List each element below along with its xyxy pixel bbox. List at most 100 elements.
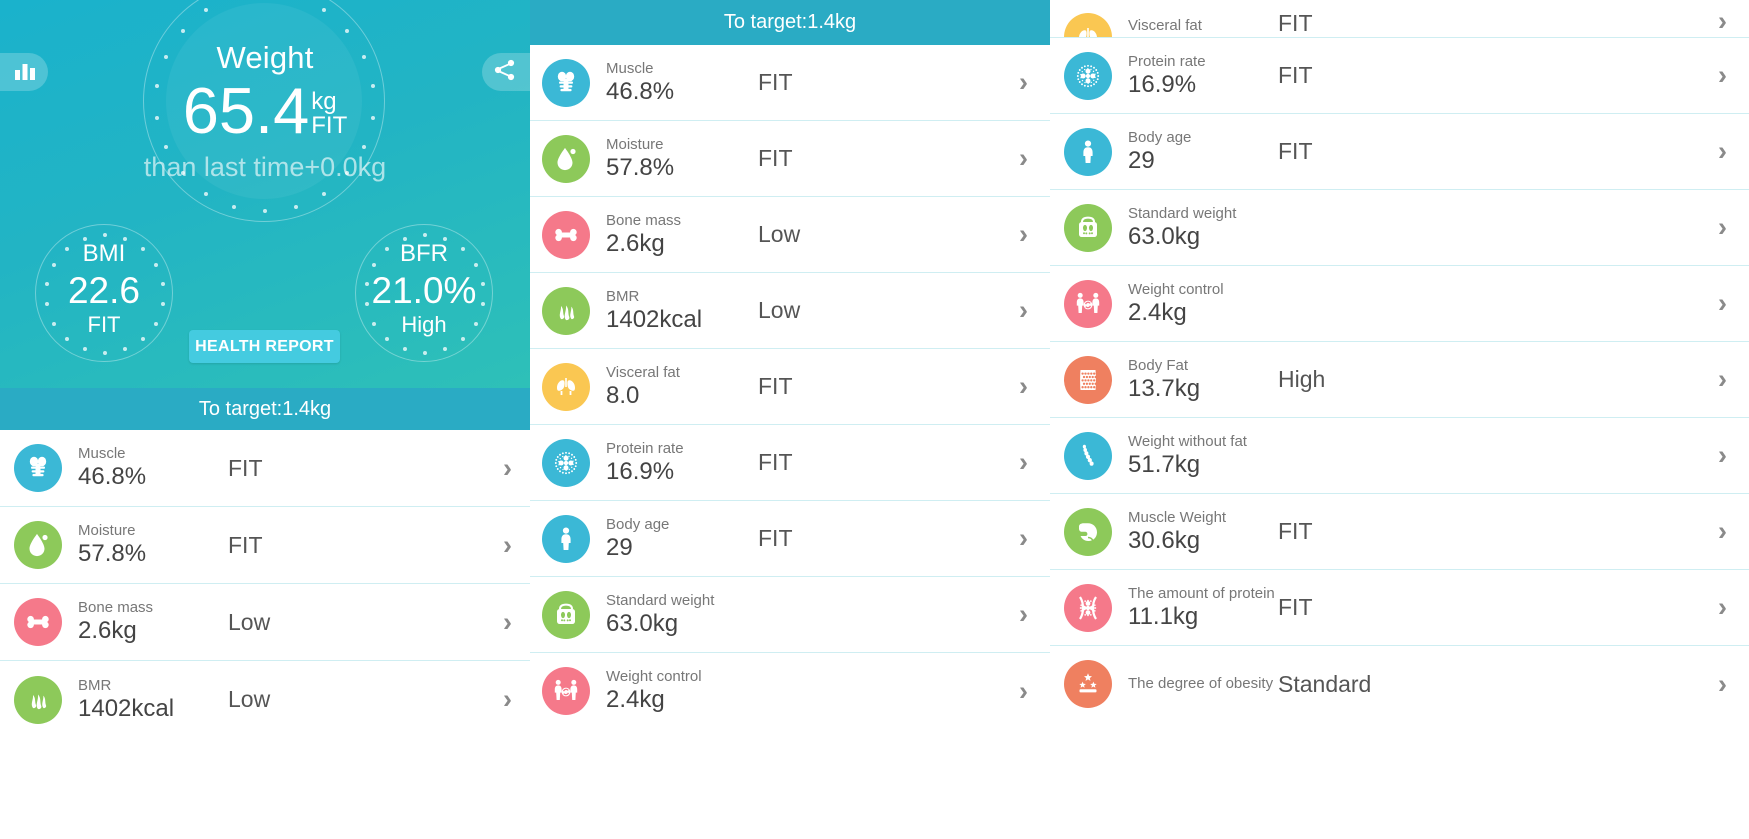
chevron-right-icon[interactable]: › (1019, 523, 1028, 554)
metric-name: Weight control (1128, 280, 1224, 298)
metric-row[interactable]: BMR 1402kcal Low › (530, 273, 1050, 349)
metric-name: Weight without fat (1128, 432, 1247, 450)
protein-amount-icon (1064, 583, 1112, 632)
metric-text: Weight control 2.4kg (1128, 281, 1308, 327)
metric-state: Standard (1278, 670, 1372, 697)
protein-cell-icon (542, 438, 590, 487)
chevron-right-icon[interactable]: › (1718, 60, 1727, 91)
chevron-right-icon[interactable]: › (1019, 447, 1028, 478)
chevron-right-icon[interactable]: › (1019, 219, 1028, 250)
metric-name: Standard weight (606, 591, 715, 609)
metric-text: Standard weight 63.0kg (1128, 205, 1308, 251)
metric-state: FIT (758, 449, 793, 475)
chevron-right-icon[interactable]: › (503, 607, 512, 638)
metric-name: Bone mass (78, 599, 154, 616)
bar-chart-icon (14, 60, 36, 85)
share-button[interactable] (482, 53, 530, 91)
chevron-right-icon[interactable]: › (503, 530, 512, 561)
metric-row[interactable]: Standard weight 63.0kg › (530, 577, 1050, 653)
dial-dot (443, 347, 448, 352)
fat-cells-icon (1064, 355, 1112, 404)
metric-row[interactable]: Body age 29 FIT › (530, 501, 1050, 577)
panel-home-overview: Weight 65.4 kg FIT than last time+0.0kg BM… (0, 0, 530, 839)
metric-value: 1402kcal (606, 305, 703, 333)
dial-dot (82, 347, 87, 352)
metric-state: FIT (758, 145, 793, 171)
metric-row[interactable]: Bone mass 2.6kg Low › (530, 197, 1050, 273)
metric-state: FIT (758, 69, 793, 95)
bmi-title: BMI (82, 240, 126, 267)
metric-text: BMR 1402kcal (606, 288, 746, 334)
metric-row[interactable]: Weight control 2.4kg › (530, 653, 1050, 729)
chevron-right-icon[interactable]: › (1019, 371, 1028, 402)
chevron-right-icon[interactable]: › (1718, 136, 1727, 167)
chevron-right-icon[interactable]: › (1718, 592, 1727, 623)
chevron-right-icon[interactable]: › (1718, 516, 1727, 547)
bfr-readout: BFR 21.0% High (355, 224, 493, 338)
metric-row[interactable]: Protein rate 16.9% FIT › (530, 425, 1050, 501)
lungs-icon (542, 362, 590, 411)
metric-row[interactable]: Visceral fat8.0FIT› (1050, 0, 1749, 38)
metric-value: 2.6kg (606, 229, 665, 257)
chevron-right-icon[interactable]: › (1718, 212, 1727, 243)
metric-value: 2.6kg (78, 617, 137, 644)
metric-state: FIT (1278, 138, 1313, 164)
metric-row[interactable]: The amount of protein 11.1kg FIT › (1050, 570, 1749, 646)
dial-dot (362, 145, 367, 150)
dial-dot (402, 347, 407, 352)
chevron-right-icon[interactable]: › (1019, 67, 1028, 98)
metric-row[interactable]: Weight control 2.4kg › (1050, 266, 1749, 342)
metric-state: High (1278, 366, 1326, 392)
bmi-readout: BMI 22.6 FIT (35, 224, 173, 338)
dial-dot (204, 8, 209, 13)
chevron-right-icon[interactable]: › (1718, 440, 1727, 471)
chevron-right-icon[interactable]: › (503, 684, 512, 715)
chevron-right-icon[interactable]: › (1718, 669, 1727, 700)
metric-row[interactable]: Standard weight 63.0kg › (1050, 190, 1749, 266)
water-drop-icon (542, 134, 590, 183)
metric-state: FIT (758, 525, 793, 551)
bone-icon (542, 210, 590, 259)
dial-dot (321, 191, 326, 196)
metric-row[interactable]: Muscle 46.8% FIT › (530, 45, 1050, 121)
two-people-icon (1064, 279, 1112, 328)
metric-text: Muscle 46.8% (606, 60, 746, 106)
history-chart-button[interactable] (0, 53, 48, 91)
metric-row[interactable]: Muscle 46.8% FIT › (0, 430, 530, 507)
metric-row[interactable]: Moisture 57.8% FIT › (0, 507, 530, 584)
metric-name: Standard weight (1128, 204, 1237, 222)
metric-row[interactable]: BMR 1402kcal Low › (0, 661, 530, 738)
metric-name: Protein rate (606, 439, 684, 457)
metric-row[interactable]: Bone mass 2.6kg Low › (0, 584, 530, 661)
health-report-button[interactable]: HEALTH REPORT (189, 330, 340, 363)
target-bar: To target:1.4kg (530, 0, 1050, 45)
weight-unit: kg (311, 87, 337, 115)
metric-text: Protein rate 16.9% (606, 440, 746, 486)
person-icon (1064, 127, 1112, 176)
metric-row[interactable]: Weight without fat 51.7kg › (1050, 418, 1749, 494)
chevron-right-icon[interactable]: › (1019, 143, 1028, 174)
metric-value: 57.8% (606, 153, 675, 181)
metric-row[interactable]: Muscle Weight 30.6kg FIT › (1050, 494, 1749, 570)
flame-icon (542, 286, 590, 335)
chevron-right-icon[interactable]: › (1718, 364, 1727, 395)
metric-text: Muscle 46.8% (78, 445, 218, 491)
metric-value: 2.4kg (1128, 298, 1187, 326)
metric-row[interactable]: Protein rate 16.9% FIT › (1050, 38, 1749, 114)
chevron-right-icon[interactable]: › (1019, 599, 1028, 630)
metric-row[interactable]: Body Fat 13.7kg High › (1050, 342, 1749, 418)
metric-row[interactable]: Visceral fat8.0FIT› (530, 349, 1050, 425)
metric-row[interactable]: Moisture 57.8% FIT › (530, 121, 1050, 197)
chevron-right-icon[interactable]: › (1718, 288, 1727, 319)
biceps-icon (1064, 507, 1112, 556)
chevron-right-icon[interactable]: › (503, 453, 512, 484)
dial-dot (321, 8, 326, 13)
metric-row[interactable]: The degree of obesity Standard › (1050, 646, 1749, 722)
chevron-right-icon[interactable]: › (1718, 6, 1727, 37)
chevron-right-icon[interactable]: › (1019, 295, 1028, 326)
dial-dot (103, 351, 107, 355)
weight-value: 65.4 (182, 74, 310, 147)
metric-text: Moisture 57.8% (78, 522, 218, 568)
metric-row[interactable]: Body age 29 FIT › (1050, 114, 1749, 190)
chevron-right-icon[interactable]: › (1019, 676, 1028, 707)
